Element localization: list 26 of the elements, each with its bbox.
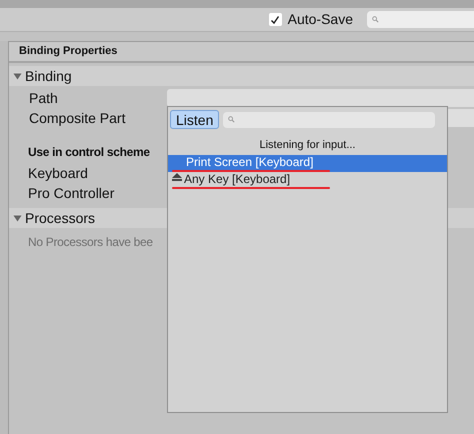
- panel-title: Binding Properties: [19, 44, 118, 60]
- search-field[interactable]: [367, 11, 474, 28]
- scheme-heading: Use in control scheme: [28, 144, 150, 160]
- item-label: Any Key [Keyboard]: [184, 173, 290, 186]
- input-list-item[interactable]: Any Key [Keyboard]: [168, 172, 447, 189]
- field-label: Path: [28, 88, 59, 108]
- input-list-item[interactable]: Print Screen [Keyboard]: [168, 155, 447, 172]
- path-field[interactable]: [167, 89, 474, 107]
- foldout-arrow-icon[interactable]: [13, 214, 22, 222]
- scheme-label: Pro Controller: [28, 184, 114, 200]
- empty-message: No Processors have bee: [28, 234, 153, 251]
- section-title: Processors: [25, 208, 96, 228]
- foldout-header[interactable]: Binding: [9, 66, 474, 86]
- item-label: Print Screen [Keyboard]: [185, 156, 314, 169]
- scheme-label: Keyboard: [28, 164, 88, 180]
- listening-status: Listening for input...: [258, 138, 356, 151]
- listen-button[interactable]: Listen: [170, 110, 220, 129]
- search-icon: [228, 116, 236, 123]
- search-icon: [372, 16, 379, 23]
- search-field[interactable]: [223, 112, 435, 128]
- foldout-arrow-icon[interactable]: [13, 72, 22, 80]
- check-icon: [270, 14, 280, 24]
- auto-save-checkbox[interactable]: [268, 13, 282, 26]
- auto-save-label: Auto-Save: [288, 10, 353, 29]
- field-label: Composite Part: [28, 108, 126, 128]
- section-title: Binding: [25, 66, 72, 86]
